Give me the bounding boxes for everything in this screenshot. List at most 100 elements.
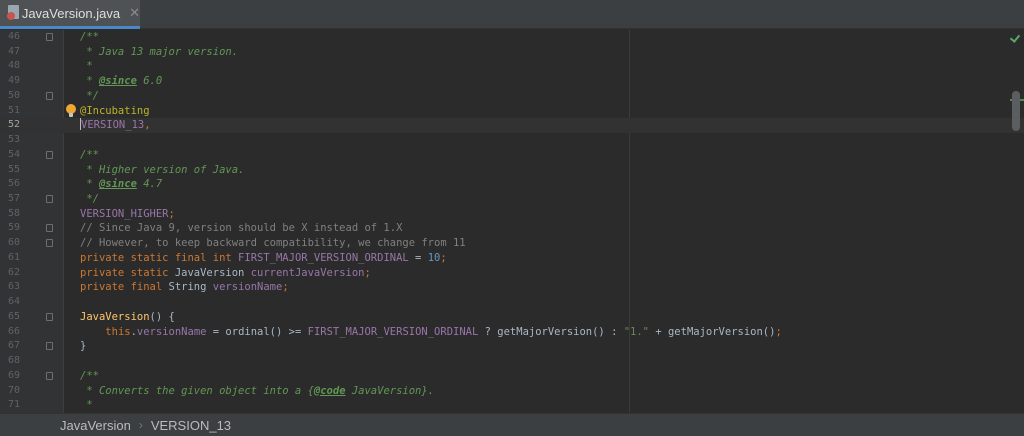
- code-token: this: [105, 325, 131, 338]
- code-token: VERSION_13: [81, 119, 145, 132]
- line-number: 60: [7, 237, 20, 249]
- line-number: 70: [7, 384, 20, 396]
- code-token: versionName: [136, 325, 207, 338]
- code-token: @code: [313, 384, 346, 397]
- fold-marker-icon[interactable]: [46, 224, 53, 233]
- code-token: ;: [364, 266, 371, 279]
- code-token: FIRST_MAJOR_VERSION_ORDINAL: [307, 325, 479, 338]
- code-line[interactable]: 46 /**: [0, 30, 1024, 45]
- code-text: * @since 6.0: [80, 74, 162, 89]
- code-token: () {: [149, 310, 175, 323]
- fold-marker-icon[interactable]: [46, 150, 53, 159]
- code-line[interactable]: 70 * Converts the given object into a {@…: [0, 384, 1024, 399]
- code-token: JavaVersion: [174, 266, 251, 279]
- line-number: 62: [7, 266, 20, 278]
- code-line[interactable]: 68: [0, 354, 1024, 369]
- code-line[interactable]: 65 JavaVersion() {: [0, 310, 1024, 325]
- breadcrumb-class[interactable]: JavaVersion: [60, 418, 131, 433]
- code-token: @since: [98, 178, 137, 191]
- code-token: ,: [144, 119, 151, 132]
- line-number: 61: [7, 251, 20, 263]
- code-line[interactable]: 69 /**: [0, 369, 1024, 384]
- code-line[interactable]: 53: [0, 133, 1024, 148]
- fold-marker-icon[interactable]: [46, 91, 53, 100]
- code-line[interactable]: 63 private final String versionName;: [0, 280, 1024, 295]
- line-number: 46: [7, 31, 20, 42]
- code-token: 10: [427, 251, 441, 264]
- tab-label: JavaVersion.java: [21, 5, 121, 21]
- code-text: private final String versionName;: [80, 280, 289, 295]
- code-line[interactable]: 71 *: [0, 398, 1024, 413]
- code-line[interactable]: 56 * @since 4.7: [0, 177, 1024, 192]
- code-editor[interactable]: 46/** 47 * Java 13 major version. 48 * 49 *…: [0, 30, 1024, 413]
- line-number: 66: [7, 325, 20, 337]
- code-token: + getMajorVersion(): [649, 325, 776, 338]
- line-number: 65: [7, 310, 20, 322]
- line-number: 52: [7, 119, 20, 131]
- code-token: FIRST_MAJOR_VERSION_ORDINAL: [238, 251, 409, 264]
- code-line[interactable]: 62 private static JavaVersion currentJava…: [0, 266, 1024, 281]
- fold-marker-icon[interactable]: [46, 342, 53, 351]
- lightbulb-icon[interactable]: [66, 104, 76, 118]
- fold-marker-icon[interactable]: [46, 371, 53, 380]
- code-token: }: [80, 340, 87, 353]
- code-text: VERSION_13,: [80, 118, 151, 133]
- line-number: 63: [7, 281, 20, 293]
- code-line[interactable]: 57 */: [0, 192, 1024, 207]
- java-file-icon: [7, 5, 19, 21]
- code-text: // Since Java 9, version should be X ins…: [80, 221, 402, 236]
- code-line[interactable]: 54 /**: [0, 148, 1024, 163]
- line-number: 50: [7, 89, 20, 101]
- code-line[interactable]: 58 VERSION_HIGHER;: [0, 207, 1024, 222]
- code-text: // However, to keep backward compatibili…: [80, 236, 466, 251]
- code-token: VERSION_HIGHER: [80, 207, 169, 220]
- fold-marker-icon[interactable]: [46, 239, 53, 248]
- code-text: /**: [80, 369, 99, 384]
- code-line[interactable]: 67}: [0, 339, 1024, 354]
- code-line[interactable]: 50 */: [0, 89, 1024, 104]
- code-token: * Higher version of Java.: [80, 163, 245, 176]
- fold-marker-icon[interactable]: [46, 33, 53, 41]
- code-token: ? getMajorVersion() :: [478, 325, 624, 338]
- code-line[interactable]: 51 @Incubating: [0, 104, 1024, 119]
- code-line[interactable]: 60 // However, to keep backward compatibi…: [0, 236, 1024, 251]
- line-number: 49: [7, 75, 20, 87]
- code-line[interactable]: 66 this.versionName = ordinal() >= FIRST…: [0, 325, 1024, 340]
- code-text: * Java 13 major version.: [80, 45, 238, 60]
- code-line[interactable]: 55 * Higher version of Java.: [0, 163, 1024, 178]
- code-text: * Converts the given object into a {@cod…: [80, 384, 434, 399]
- code-token: ;: [440, 251, 447, 264]
- code-text: }: [80, 339, 86, 354]
- code-text: /**: [80, 148, 99, 163]
- code-token: currentJavaVersion: [250, 266, 365, 279]
- breadcrumb-field[interactable]: VERSION_13: [151, 418, 231, 433]
- code-line[interactable]: 59 // Since Java 9, version should be X i…: [0, 221, 1024, 236]
- scrollbar-thumb[interactable]: [1012, 91, 1020, 131]
- code-token: = ordinal() >=: [206, 325, 308, 338]
- code-text: *: [80, 59, 92, 74]
- code-token: ;: [168, 207, 175, 220]
- code-line[interactable]: 52 VERSION_13,: [0, 118, 1024, 134]
- code-token: =: [408, 251, 428, 264]
- code-text: private static JavaVersion currentJavaVe…: [80, 266, 371, 281]
- code-text: private static final int FIRST_MAJOR_VER…: [80, 251, 447, 266]
- code-line[interactable]: 61 private static final int FIRST_MAJOR_V…: [0, 251, 1024, 266]
- tab-javaversion-java[interactable]: JavaVersion.java ✕: [0, 0, 140, 29]
- code-line[interactable]: 64: [0, 295, 1024, 310]
- close-icon[interactable]: ✕: [129, 5, 140, 21]
- inspection-ok-icon[interactable]: [1011, 32, 1021, 42]
- code-line[interactable]: 49 * @since 6.0: [0, 74, 1024, 89]
- code-token: */: [80, 89, 99, 102]
- line-number: 53: [7, 134, 20, 146]
- line-number: 68: [7, 355, 20, 367]
- line-number: 71: [7, 399, 20, 411]
- code-text: @Incubating: [80, 104, 150, 119]
- code-line[interactable]: 48 *: [0, 59, 1024, 74]
- code-text: */: [80, 192, 99, 207]
- code-line[interactable]: 47 * Java 13 major version.: [0, 45, 1024, 60]
- code-token: *: [80, 399, 93, 412]
- fold-marker-icon[interactable]: [46, 195, 53, 204]
- fold-marker-icon[interactable]: [46, 312, 53, 321]
- line-number: 51: [7, 104, 20, 116]
